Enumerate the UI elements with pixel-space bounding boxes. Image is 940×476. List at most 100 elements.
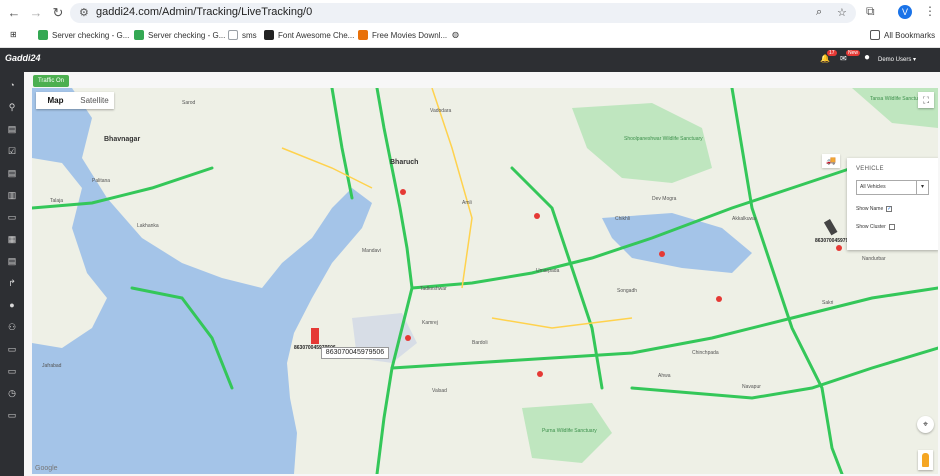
- show-cluster-checkbox[interactable]: [888, 224, 895, 230]
- place-label: Bharuch: [390, 159, 419, 166]
- all-bookmarks[interactable]: All Bookmarks: [870, 30, 935, 40]
- place-label: Mandavi: [362, 248, 381, 254]
- my-location-icon[interactable]: ⌖: [917, 416, 934, 433]
- extensions-icon[interactable]: ⧉: [866, 4, 875, 19]
- notification-badge: 17: [827, 50, 837, 56]
- bookmark-1[interactable]: Server checking - G...: [38, 30, 129, 40]
- traffic-on-button[interactable]: Traffic On: [33, 75, 69, 87]
- checklist-icon[interactable]: ☑: [5, 144, 19, 158]
- zoom-icon[interactable]: ⌕: [816, 6, 822, 19]
- message-icon[interactable]: ✉: [840, 54, 847, 63]
- place-label: Sakri: [822, 300, 834, 306]
- location-pin-icon[interactable]: ⚲: [5, 100, 19, 114]
- url-text: gaddi24.com/Admin/Tracking/LiveTracking/…: [96, 6, 313, 18]
- bookmark-star-icon[interactable]: ☆: [837, 6, 847, 19]
- map-type-control: Map Satellite: [36, 92, 114, 109]
- user-menu[interactable]: Demo Users ▾: [878, 56, 916, 63]
- font-awesome-icon: [264, 30, 274, 40]
- share-icon[interactable]: ↱: [5, 276, 19, 290]
- money-icon[interactable]: ▭: [5, 210, 19, 224]
- browser-toolbar: ← → ↻ ⚙ gaddi24.com/Admin/Tracking/LiveT…: [0, 0, 940, 26]
- map-type-satellite-button[interactable]: Satellite: [75, 92, 114, 109]
- globe-icon[interactable]: ◍: [452, 30, 459, 39]
- monitor-icon[interactable]: ▭: [5, 364, 19, 378]
- vehicle-select[interactable]: All Vehicles ▾: [856, 180, 929, 195]
- tracking-app: Gaddi24 🔔 17 ✉ New ● Demo Users ▾ ◔ ⚲ ▤ …: [0, 48, 940, 476]
- show-name-option: Show Name ✓: [856, 206, 893, 212]
- chevron-down-icon: ▾: [916, 181, 928, 194]
- place-label: Tadkeshwar: [420, 286, 447, 292]
- file-icon[interactable]: ▤: [5, 166, 19, 180]
- bookmarks-bar: ⊞ Server checking - G... Server checking…: [0, 27, 940, 47]
- app-header: Gaddi24 🔔 17 ✉ New ● Demo Users ▾: [0, 48, 940, 72]
- user-icon[interactable]: ●: [5, 298, 19, 312]
- browser-chrome: ← → ↻ ⚙ gaddi24.com/Admin/Tracking/LiveT…: [0, 0, 940, 48]
- street-view-pegman-icon[interactable]: [918, 450, 933, 470]
- fullscreen-icon[interactable]: ⛶: [918, 92, 934, 108]
- sheets-icon: [38, 30, 48, 40]
- place-label: Navapur: [742, 384, 761, 390]
- place-label: Lakhanka: [137, 223, 159, 229]
- place-label: Dev Mogra: [652, 196, 677, 202]
- vehicle-panel-title: VEHICLE: [856, 166, 884, 172]
- address-bar[interactable]: ⚙ gaddi24.com/Admin/Tracking/LiveTrackin…: [70, 3, 856, 23]
- movie-icon: [358, 30, 368, 40]
- vehicle-marker-red: [311, 328, 319, 344]
- place-label: Nandurbar: [862, 256, 886, 262]
- place-label: Chinchpada: [692, 350, 719, 356]
- calendar-icon[interactable]: ▦: [5, 232, 19, 246]
- site-info-icon[interactable]: ⚙: [79, 6, 89, 19]
- place-label: Kamrej: [422, 320, 438, 326]
- clock-icon[interactable]: ◷: [5, 386, 19, 400]
- sidebar: ◔ ⚲ ▤ ☑ ▤ ▥ ▭ ▦ ▤ ↱ ● ⚇ ▭ ▭ ◷ ▭: [0, 72, 24, 476]
- bookmark-5[interactable]: Free Movies Downl...: [358, 30, 447, 40]
- main-content: Traffic On Bhavnagar Bharuch Shoolpanesh…: [24, 72, 940, 476]
- map-canvas[interactable]: Bhavnagar Bharuch Shoolpaneshwar Wildlif…: [32, 88, 938, 474]
- dashboard-icon[interactable]: ◔: [5, 78, 19, 92]
- bookmark-4[interactable]: Font Awesome Che...: [264, 30, 354, 40]
- page-icon: [228, 30, 238, 40]
- place-label: Tansa Wildlife Sanctuary: [870, 96, 925, 102]
- place-label: Chikhli: [615, 216, 631, 222]
- place-label: Talaja: [50, 198, 64, 204]
- menu-icon[interactable]: ⋮: [924, 4, 936, 18]
- map-type-map-button[interactable]: Map: [36, 92, 75, 109]
- place-label: Shoolpaneshwar Wildlife Sanctuary: [624, 136, 703, 142]
- user-avatar-icon[interactable]: ●: [864, 52, 870, 63]
- place-label: Jafrabad: [42, 363, 62, 369]
- bookmark-2[interactable]: Server checking - G...: [134, 30, 225, 40]
- place-label: Vadodara: [430, 108, 452, 114]
- back-icon[interactable]: ←: [5, 4, 23, 22]
- place-label: Ahwa: [658, 373, 671, 379]
- message-badge: New: [846, 50, 861, 56]
- google-logo: Google: [35, 465, 58, 472]
- folder-icon: [870, 30, 880, 40]
- sheets-icon: [134, 30, 144, 40]
- place-label: Palitana: [92, 178, 111, 184]
- vehicle-imei-tooltip: 863070045979506: [321, 347, 389, 359]
- place-label: Sarod: [182, 100, 196, 106]
- vehicle-filter-panel: VEHICLE All Vehicles ▾ Show Name ✓ Show …: [847, 158, 938, 250]
- report-icon[interactable]: ▥: [5, 188, 19, 202]
- map-graphics: [32, 88, 938, 474]
- place-label: Umarpada: [536, 268, 560, 274]
- place-label: Valsad: [432, 388, 447, 394]
- place-label: Akkalkuwa: [732, 216, 756, 222]
- show-name-checkbox[interactable]: ✓: [886, 206, 893, 212]
- place-label: Songadh: [617, 288, 638, 294]
- bookmark-3[interactable]: sms: [228, 30, 257, 40]
- profile-avatar[interactable]: V: [898, 5, 912, 19]
- truck-icon[interactable]: 🚚: [822, 154, 840, 168]
- users-group-icon[interactable]: ⚇: [5, 320, 19, 334]
- laptop-icon-2[interactable]: ▭: [5, 408, 19, 422]
- place-label: Bardoli: [472, 340, 488, 346]
- document-icon[interactable]: ▤: [5, 122, 19, 136]
- app-logo[interactable]: Gaddi24: [5, 53, 41, 63]
- laptop-icon[interactable]: ▭: [5, 342, 19, 356]
- reload-icon[interactable]: ↻: [49, 4, 67, 22]
- apps-icon[interactable]: ⊞: [10, 30, 17, 39]
- show-cluster-option: Show Cluster: [856, 224, 895, 230]
- place-label: Purna Wildlife Sanctuary: [542, 428, 597, 434]
- forward-icon[interactable]: →: [27, 4, 45, 22]
- page-icon[interactable]: ▤: [5, 254, 19, 268]
